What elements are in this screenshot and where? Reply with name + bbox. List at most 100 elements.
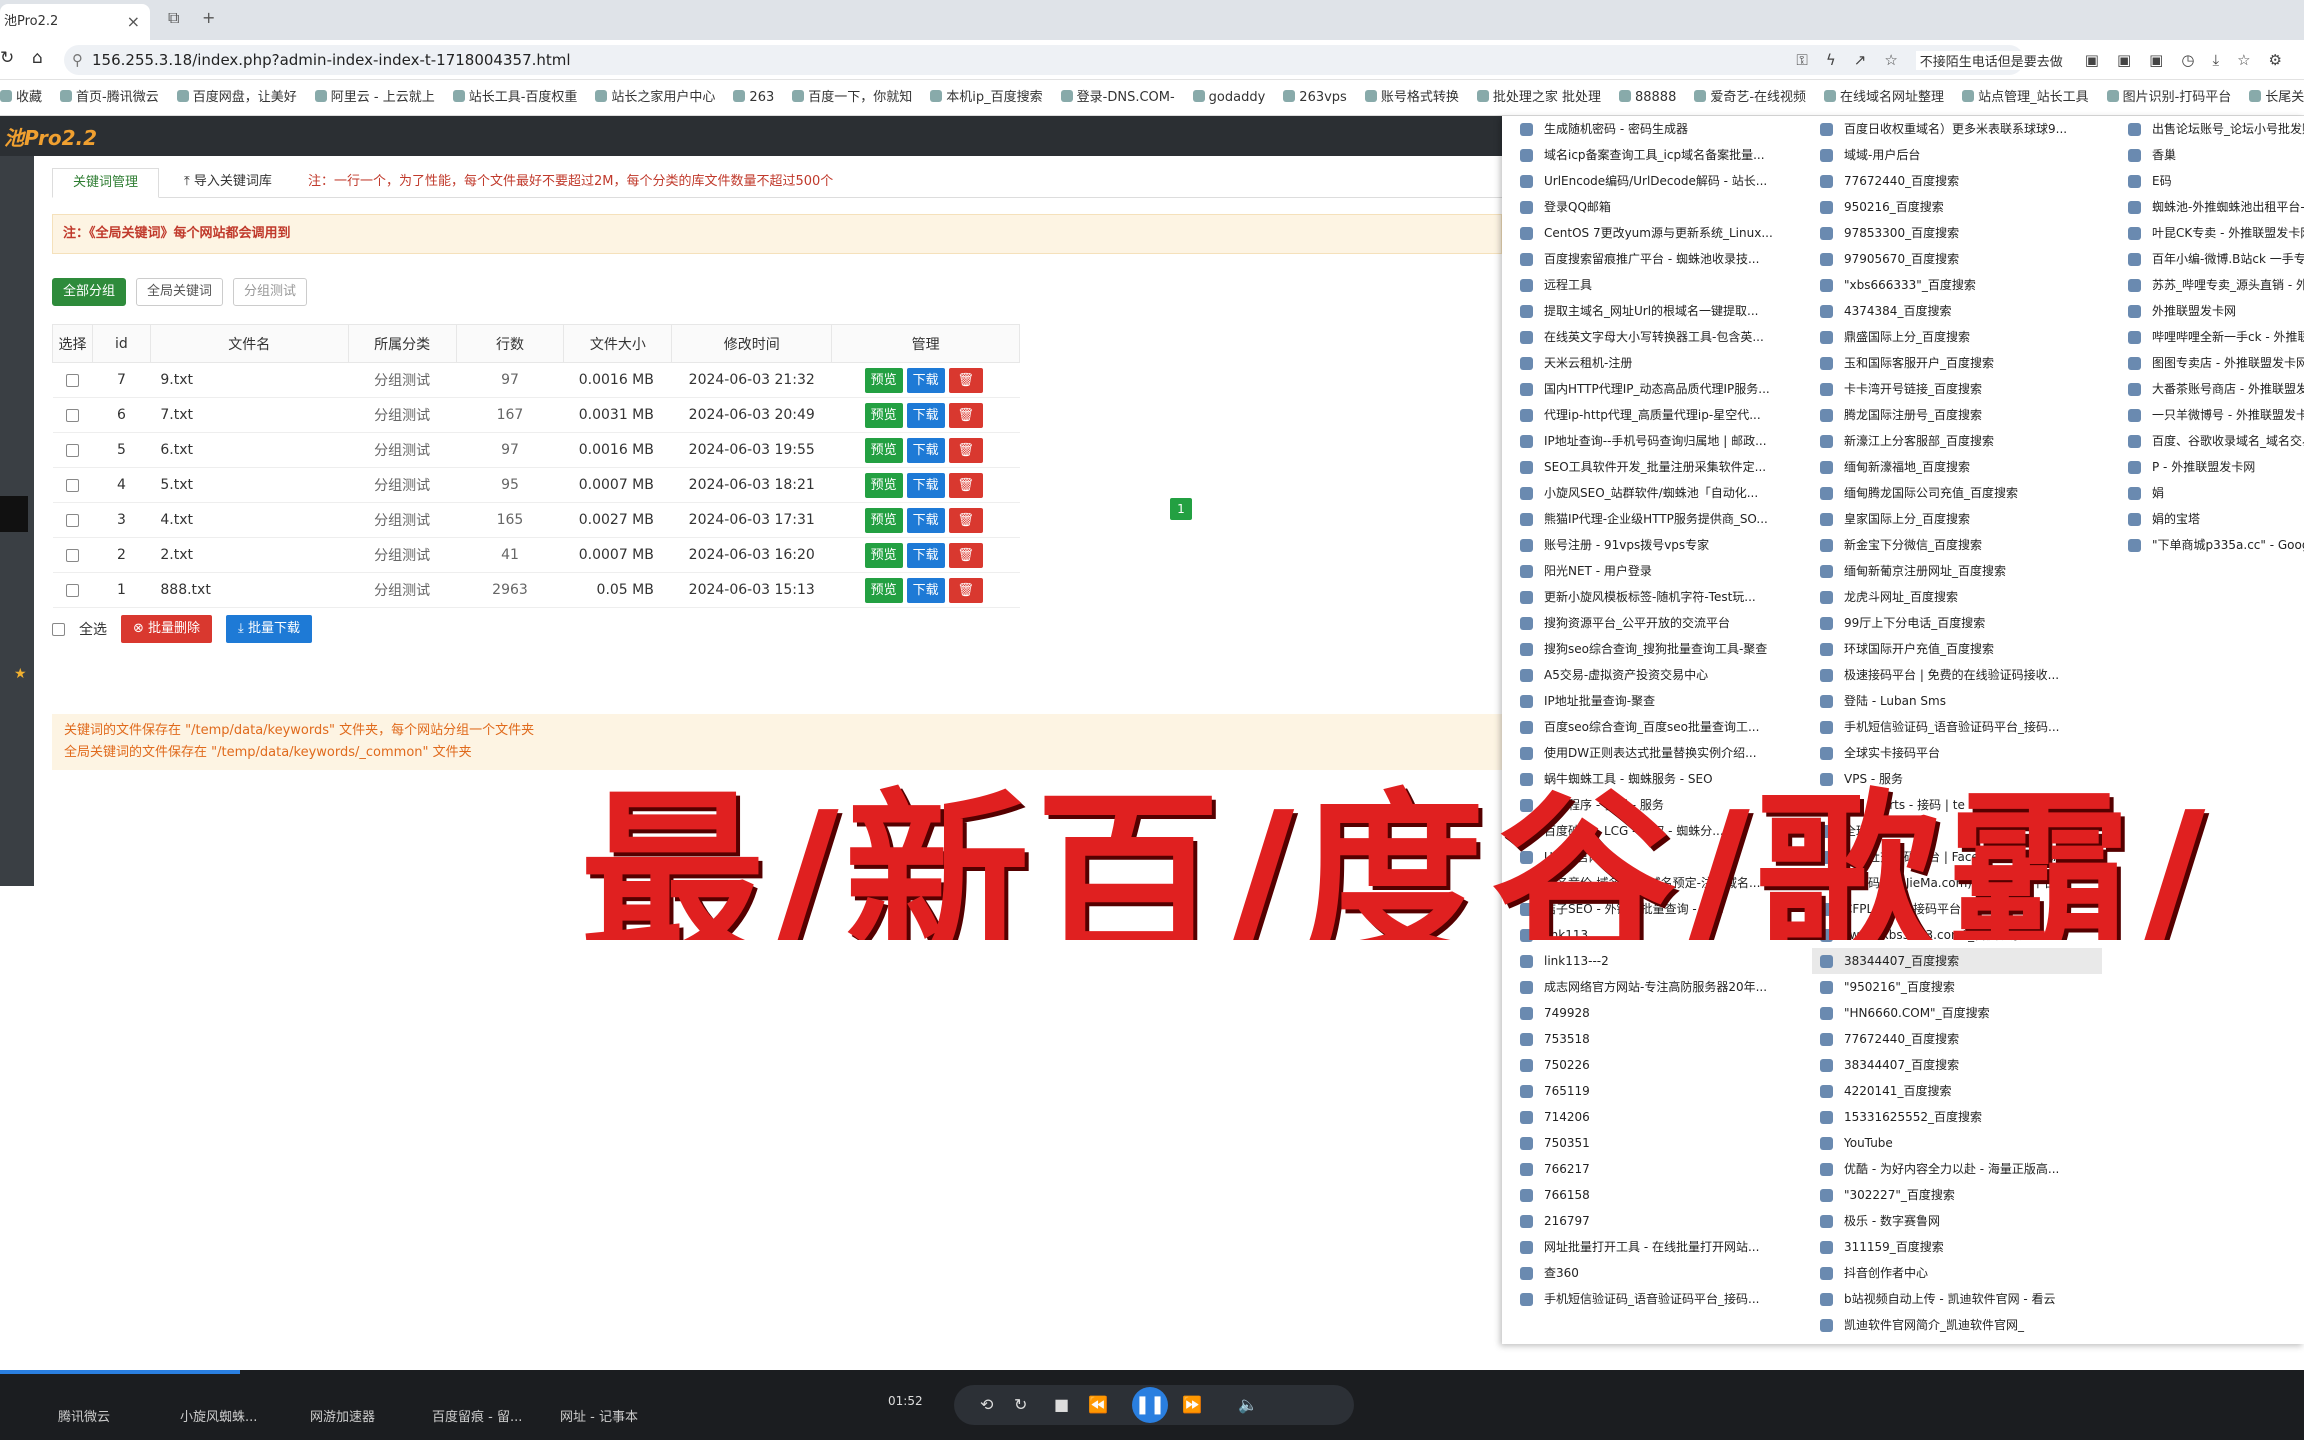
page-1-button[interactable]: 1 (1170, 498, 1192, 520)
favorite-link[interactable]: 97905670_百度搜索 (1812, 246, 2102, 272)
download-button[interactable]: 下载 (906, 577, 945, 603)
previous-icon[interactable]: ⏪ (1088, 1395, 1108, 1414)
volume-icon[interactable]: 🔈 (1238, 1395, 1258, 1414)
favorite-link[interactable]: 凯迪软件官网简介_凯迪软件官网_ (1812, 1312, 2102, 1338)
favorite-link[interactable]: 苏苏_哔哩专卖_源头直销 - 外 (2120, 272, 2304, 298)
delete-button[interactable]: 🗑 (948, 507, 983, 533)
favorite-link[interactable]: 38344407_百度搜索 (1812, 1052, 2102, 1078)
extension-icon[interactable]: ▣ (2117, 51, 2131, 69)
favorite-link[interactable]: 天米云租机-注册 (1512, 350, 1802, 376)
favorite-link[interactable]: 百度日收权重域名）更多米表联系球球9... (1812, 116, 2102, 142)
home-icon[interactable]: ⌂ (32, 48, 43, 68)
favorites-icon[interactable]: ☆ (2237, 51, 2250, 69)
browser-tab[interactable]: 池Pro2.2 × (0, 4, 150, 40)
favorite-link[interactable]: 腾龙国际注册号_百度搜索 (1812, 402, 2102, 428)
favorite-link[interactable]: 优酷 - 为好内容全力以赴 - 海量正版高... (1812, 1156, 2102, 1182)
favorite-link[interactable]: 网址批量打开工具 - 在线批量打开网站... (1512, 1234, 1802, 1260)
favorite-link[interactable]: "下单商城p335a.cc" - Goog (2120, 532, 2304, 558)
row-checkbox[interactable] (65, 373, 79, 387)
url-input[interactable]: ⚲ 156.255.3.18/index.php?admin-index-ind… (64, 45, 2024, 75)
favorite-link[interactable]: 753518 (1512, 1026, 1802, 1052)
favorite-link[interactable]: 216797 (1512, 1208, 1802, 1234)
bookmark-item[interactable]: 本机ip_百度搜索 (930, 80, 1043, 115)
favorite-link[interactable]: YouTube (1812, 1130, 2102, 1156)
bookmark-item[interactable]: 爱奇艺-在线视频 (1694, 80, 1806, 115)
download-button[interactable]: 下载 (906, 437, 945, 463)
favorite-link[interactable]: 娟 (2120, 480, 2304, 506)
favorite-link[interactable]: 域名icp备案查询工具_icp域名备案批量... (1512, 142, 1802, 168)
bookmark-item[interactable]: 站长工具-百度权重 (452, 80, 577, 115)
favorite-link[interactable]: 图图专卖店 - 外推联盟发卡网 (2120, 350, 2304, 376)
bookmark-item[interactable]: 88888 (1618, 80, 1676, 115)
pause-icon[interactable]: ❚❚ (1132, 1387, 1168, 1423)
favorite-link[interactable]: 77672440_百度搜索 (1812, 168, 2102, 194)
close-icon[interactable]: × (127, 4, 140, 40)
favorite-link[interactable]: 99厅上下分电话_百度搜索 (1812, 610, 2102, 636)
favorite-link[interactable]: 搜狗seo综合查询_搜狗批量查询工具-聚查 (1512, 636, 1802, 662)
favorite-link[interactable]: 749928 (1512, 1000, 1802, 1026)
promo-text[interactable]: 不接陌生电话但是要去做 (1915, 50, 2067, 70)
favorite-link[interactable]: 手机短信验证码_语音验证码平台_接码... (1512, 1286, 1802, 1312)
extension-icon[interactable]: ▣ (2149, 51, 2163, 69)
preview-button[interactable]: 预览 (864, 472, 903, 498)
favorite-link[interactable]: 龙虎斗网址_百度搜索 (1812, 584, 2102, 610)
favorite-link[interactable]: "HN6660.COM"_百度搜索 (1812, 1000, 2102, 1026)
tab-group-icon[interactable]: ⧉ (168, 8, 179, 28)
playback-progress[interactable] (0, 1370, 240, 1374)
bookmark-item[interactable]: 站长之家用户中心 (595, 80, 715, 115)
key-icon[interactable]: ⚿ (1796, 51, 1807, 69)
stop-icon[interactable]: ■ (1054, 1395, 1069, 1414)
favorite-link[interactable]: "302227"_百度搜索 (1812, 1182, 2102, 1208)
favorite-link[interactable]: 950216_百度搜索 (1812, 194, 2102, 220)
preview-button[interactable]: 预览 (864, 577, 903, 603)
favorite-link[interactable]: 750351 (1512, 1130, 1802, 1156)
favorite-link[interactable]: 皇家国际上分_百度搜索 (1812, 506, 2102, 532)
reload-icon[interactable]: ↻ (0, 48, 14, 68)
favorite-link[interactable]: 阳光NET - 用户登录 (1512, 558, 1802, 584)
favorite-link[interactable]: 714206 (1512, 1104, 1802, 1130)
bookmark-item[interactable]: 长尾关键词挖掘工具 (2249, 80, 2304, 115)
favorite-link[interactable]: 登录QQ邮箱 (1512, 194, 1802, 220)
star-icon[interactable]: ☆ (1884, 51, 1897, 69)
favorite-link[interactable]: 766217 (1512, 1156, 1802, 1182)
select-all-checkbox[interactable] (52, 622, 65, 636)
row-checkbox[interactable] (65, 443, 79, 457)
settings-icon[interactable]: ⚙ (2269, 51, 2282, 69)
favorite-link[interactable]: 搜狗资源平台_公平开放的交流平台 (1512, 610, 1802, 636)
bookmark-item[interactable]: godaddy (1192, 80, 1265, 115)
extension-icon[interactable]: ▣ (2085, 51, 2099, 69)
download-button[interactable]: 下载 (906, 472, 945, 498)
bookmark-item[interactable]: 批处理之家 批处理 (1476, 80, 1601, 115)
bookmark-item[interactable]: 在线域名网址整理 (1824, 80, 1944, 115)
favorite-link[interactable]: 百年小编-微博.B站ck 一手专 (2120, 246, 2304, 272)
preview-button[interactable]: 预览 (864, 402, 903, 428)
favorite-link[interactable]: link113---2 (1512, 948, 1802, 974)
batch-download-button[interactable]: ⤓ 批量下载 (226, 615, 312, 643)
bookmark-item[interactable]: 收藏 (0, 80, 42, 115)
favorite-link[interactable]: 成志网络官方网站-专注高防服务器20年... (1512, 974, 1802, 1000)
filter-group-test[interactable]: 分组测试 (233, 278, 308, 306)
favorite-link[interactable]: 出售论坛账号_论坛小号批发购 (2120, 116, 2304, 142)
filter-all-groups[interactable]: 全部分组 (52, 278, 127, 306)
bookmark-item[interactable]: 263vps (1283, 80, 1347, 115)
delete-button[interactable]: 🗑 (948, 402, 983, 428)
favorite-link[interactable]: 更新小旋风模板标签-随机字符-Test玩... (1512, 584, 1802, 610)
bolt-icon[interactable]: ϟ (1826, 51, 1836, 69)
favorite-link[interactable]: b站视频自动上传 - 凯迪软件官网 - 看云 (1812, 1286, 2102, 1312)
favorite-link[interactable]: 百度、谷歌收录域名_域名交易 (2120, 428, 2304, 454)
favorite-link[interactable]: 新濠江上分客服部_百度搜索 (1812, 428, 2102, 454)
history-icon[interactable]: ◷ (2181, 51, 2194, 69)
favorite-link[interactable]: 登陆 - Luban Sms (1812, 688, 2102, 714)
download-button[interactable]: 下载 (906, 542, 945, 568)
favorite-link[interactable]: A5交易-虚拟资产投资交易中心 (1512, 662, 1802, 688)
favorite-link[interactable]: 域域-用户后台 (1812, 142, 2102, 168)
bookmark-item[interactable]: 阿里云 - 上云就上 (314, 80, 435, 115)
favorite-link[interactable]: 熊猫IP代理-企业级HTTP服务提供商_SO... (1512, 506, 1802, 532)
favorite-link[interactable]: 香巢 (2120, 142, 2304, 168)
favorite-link[interactable]: 玉和国际客服开户_百度搜索 (1812, 350, 2102, 376)
favorite-link[interactable]: 15331625552_百度搜索 (1812, 1104, 2102, 1130)
row-checkbox[interactable] (65, 513, 79, 527)
favorite-link[interactable]: 77672440_百度搜索 (1812, 1026, 2102, 1052)
taskbar-item[interactable]: 腾讯微云 (58, 1406, 110, 1425)
favorite-link[interactable]: 缅甸新葡京注册网址_百度搜索 (1812, 558, 2102, 584)
